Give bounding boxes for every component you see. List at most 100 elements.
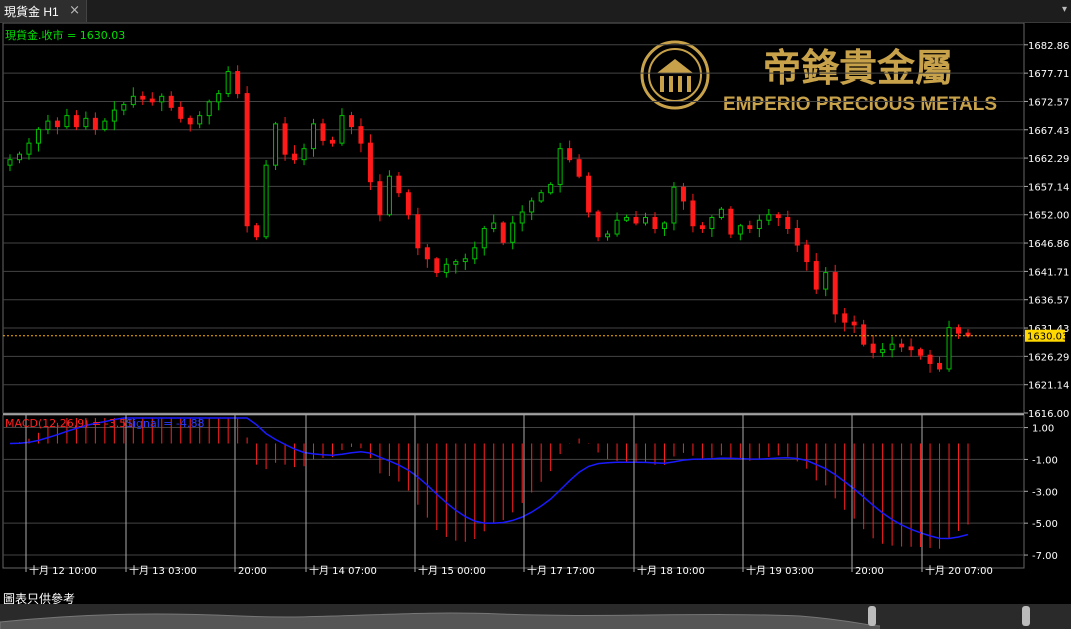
x-axis-label: 十月 19 03:00 [746, 564, 814, 577]
candle-body [538, 192, 544, 202]
candle-body [292, 153, 298, 161]
tab-label: 現貨金 H1 [4, 4, 59, 19]
candle-body [718, 208, 724, 218]
candle-body [842, 313, 848, 323]
candle-body [804, 244, 810, 263]
candle-body [130, 95, 136, 106]
brand-logo [640, 40, 710, 110]
candle-body [908, 346, 914, 351]
scroll-handle-right[interactable] [1022, 606, 1030, 626]
candle-body [481, 228, 487, 249]
candle-body [519, 211, 525, 224]
candle-body [586, 175, 592, 213]
candle-body [443, 263, 449, 274]
brand-name-en: EMPERIO PRECIOUS METALS [723, 94, 997, 115]
scroll-handle-left[interactable] [868, 606, 876, 626]
candle-body [396, 175, 402, 194]
candle-body [178, 106, 184, 119]
signal-series-label: Signal = -4.88 [126, 417, 204, 430]
candle-body [73, 115, 79, 128]
price-axis-label: 1646.86 [1028, 239, 1069, 250]
candle-body [111, 109, 117, 122]
candle-body [889, 343, 895, 351]
macd-axis-label: -1.00 [1032, 455, 1058, 466]
price-axis-label: 1652.00 [1028, 211, 1069, 222]
candle-body [424, 247, 430, 260]
chart-scrollbar[interactable] [0, 604, 1071, 629]
candle-body [311, 123, 317, 150]
candle-body [548, 183, 554, 194]
candle-body [510, 222, 516, 243]
candle-body [434, 258, 440, 274]
candle-body [614, 219, 620, 235]
candle-body [216, 93, 222, 103]
candle-body [225, 71, 231, 95]
candle-body [671, 186, 677, 224]
x-axis-label: 十月 20 07:00 [925, 564, 993, 577]
price-axis-label: 1662.29 [1028, 154, 1069, 165]
brand-name-cn: 帝鋒貴金屬 [763, 45, 953, 90]
signal-line [9, 417, 969, 540]
price-axis-label: 1641.71 [1028, 267, 1069, 278]
candle-body [320, 123, 326, 141]
candle-body [7, 159, 13, 166]
candle-body [529, 200, 535, 213]
chevron-down-icon[interactable]: ▾ [1062, 4, 1067, 15]
macd-axis-label: 1.00 [1032, 424, 1054, 435]
candle-body [576, 159, 582, 177]
candle-body [149, 98, 155, 103]
candle-body [851, 321, 857, 326]
scroll-track[interactable] [0, 604, 1071, 629]
candle-body [121, 104, 127, 111]
price-axis-label: 1621.14 [1028, 381, 1069, 392]
candle-body [624, 216, 630, 221]
candle-body [358, 126, 364, 144]
candle-body [595, 211, 601, 238]
candle-body [680, 186, 686, 202]
candle-body [709, 216, 715, 230]
candle-body [206, 101, 212, 117]
candle-body [605, 233, 611, 238]
candle-body [273, 123, 279, 166]
candle-body [339, 115, 345, 144]
candle-body [899, 343, 905, 348]
candle-body [690, 200, 696, 227]
candle-body [254, 225, 260, 238]
candle-body [453, 261, 459, 265]
macd-series-label: MACD(12,26,9) = -3.51 [5, 417, 133, 430]
candle-body [159, 95, 165, 103]
candle-body [405, 192, 411, 216]
macd-axis-label: -3.00 [1032, 487, 1058, 498]
candle-body [415, 214, 421, 249]
x-axis-label: 十月 13 03:00 [129, 564, 197, 577]
candle-body [927, 354, 933, 364]
candle-body [737, 225, 743, 235]
candle-body [794, 228, 800, 246]
candle-body [728, 208, 734, 235]
candle-body [813, 261, 819, 290]
candle-body [83, 117, 89, 128]
price-chart[interactable]: 帝鋒貴金屬 EMPERIO PRECIOUS METALS 1682.86 1677.… [0, 23, 1071, 588]
candle-body [386, 175, 392, 216]
tab-spot-gold-h1[interactable]: 現貨金 H1 × [0, 0, 87, 22]
candle-body [187, 117, 193, 125]
candle-body [35, 128, 41, 144]
candle-body [26, 142, 32, 155]
candle-body [16, 153, 22, 161]
price-axis-label: 1626.29 [1028, 352, 1069, 363]
candle-body [348, 115, 354, 128]
candle-body [567, 148, 573, 161]
candle-body [880, 349, 886, 353]
candle-body [937, 362, 943, 370]
candle-body [168, 95, 174, 108]
candle-body [633, 216, 639, 224]
candle-body [462, 258, 468, 263]
candle-body [946, 327, 952, 370]
x-axis-label: 十月 12 10:00 [29, 564, 97, 577]
candle-body [244, 93, 250, 227]
candle-body [491, 222, 497, 230]
x-axis-label: 20:00 [238, 566, 267, 577]
close-icon[interactable]: × [69, 3, 80, 18]
candle-body [500, 222, 506, 243]
candle-body [329, 139, 335, 144]
